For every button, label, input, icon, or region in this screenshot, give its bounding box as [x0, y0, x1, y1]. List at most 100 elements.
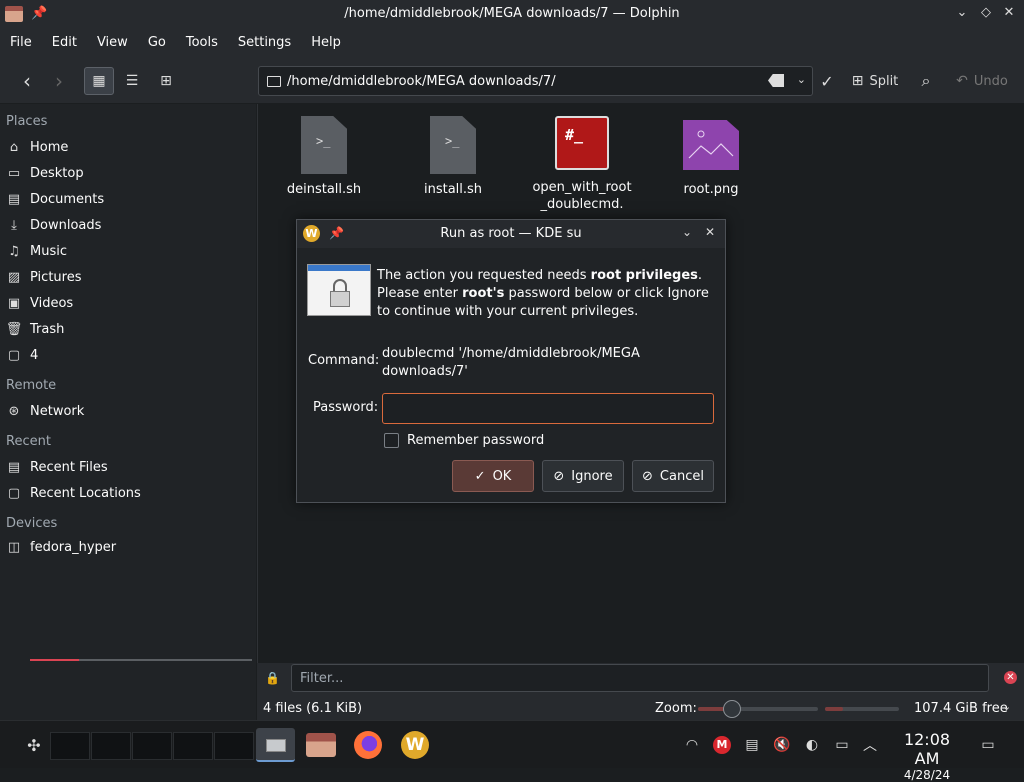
sidebar-item-label: Network	[30, 403, 85, 419]
sidebar-item-label: Documents	[30, 191, 105, 207]
remember-password-checkbox[interactable]: Remember password	[384, 433, 544, 448]
file-item[interactable]: #_ open_with_root_doublecmd.	[527, 116, 637, 213]
ok-button[interactable]: ✓ OK	[452, 460, 534, 492]
message-bold: root's	[462, 286, 505, 301]
kdesu-app-icon: W	[401, 731, 429, 759]
clear-location-icon[interactable]	[768, 74, 784, 87]
pager-desktop-4[interactable]	[173, 732, 213, 760]
places-sidebar: Places ⌂ Home ▭ Desktop ▤ Documents ⤓ Downlo…	[0, 104, 256, 720]
menu-view[interactable]: View	[87, 29, 138, 58]
dialog-message: The action you requested needs root priv…	[377, 267, 717, 321]
zoom-slider[interactable]	[698, 700, 818, 718]
menu-go[interactable]: Go	[138, 29, 176, 58]
sidebar-item-fedora-hyper[interactable]: ◫ fedora_hyper	[6, 535, 251, 559]
rss-icon[interactable]: ◠	[682, 731, 702, 759]
sidebar-item-home[interactable]: ⌂ Home	[6, 135, 251, 159]
sidebar-item-label: Home	[30, 139, 69, 155]
minimize-button[interactable]: ⌄	[952, 5, 972, 23]
filter-input[interactable]	[291, 664, 989, 692]
file-name: deinstall.sh	[286, 182, 362, 197]
task-firefox[interactable]	[352, 731, 384, 759]
sidebar-item-documents[interactable]: ▤ Documents	[6, 187, 251, 211]
zoom-slider-handle[interactable]	[722, 700, 741, 718]
ignore-button[interactable]: ⊘ Ignore	[542, 460, 624, 492]
file-item[interactable]: >_ deinstall.sh	[269, 116, 379, 198]
task-dolphin[interactable]	[256, 728, 295, 762]
split-view-icon: ⊞	[851, 73, 864, 89]
network-status-icon[interactable]: ▭	[832, 731, 852, 759]
close-filter-icon[interactable]: ✕	[1004, 671, 1017, 684]
sidebar-item-music[interactable]: ♫ Music	[6, 239, 251, 263]
sidebar-item-label: Downloads	[30, 217, 102, 233]
undo-label: Undo	[973, 73, 1008, 89]
checkbox-box[interactable]	[384, 433, 399, 448]
location-path[interactable]: /home/dmiddlebrook/MEGA downloads/7/	[287, 74, 556, 89]
pager-desktop-3[interactable]	[132, 732, 172, 760]
sidebar-item-trash[interactable]: 🗑 Trash	[6, 317, 251, 341]
menu-tools[interactable]: Tools	[176, 29, 228, 58]
clipboard-icon[interactable]: ▤	[742, 731, 762, 759]
message-text: Please enter	[377, 286, 463, 301]
file-item[interactable]: >_ install.sh	[398, 116, 508, 198]
sidebar-item-recent-files[interactable]: ▤ Recent Files	[6, 455, 251, 479]
file-item[interactable]: root.png	[656, 116, 766, 198]
volume-muted-icon[interactable]: 🔇	[772, 731, 792, 759]
cancel-button[interactable]: ⊘ Cancel	[632, 460, 714, 492]
sidebar-item-4[interactable]: ▢ 4	[6, 343, 251, 367]
password-field[interactable]	[382, 393, 714, 424]
videos-icon: ▣	[7, 295, 21, 311]
music-icon: ♫	[8, 243, 20, 259]
dialog-minimize-button[interactable]: ⌄	[679, 225, 695, 241]
details-view-button[interactable]: ⊞	[152, 67, 180, 95]
zoom-label: Zoom:	[655, 701, 697, 716]
sidebar-item-recent-locations[interactable]: ▢ Recent Locations	[6, 481, 251, 505]
menu-edit[interactable]: Edit	[42, 29, 87, 58]
sidebar-item-desktop[interactable]: ▭ Desktop	[6, 161, 251, 185]
home-icon: ⌂	[9, 139, 19, 155]
sidebar-item-pictures[interactable]: ▨ Pictures	[6, 265, 251, 289]
show-desktop-icon[interactable]: ▭	[978, 731, 998, 759]
compact-view-button[interactable]: ☰	[118, 67, 146, 95]
close-button[interactable]: ✕	[999, 5, 1019, 23]
search-button[interactable]: ⌕	[914, 67, 938, 95]
forward-button[interactable]: ›	[46, 67, 72, 95]
clock[interactable]: 12:08 AM 4/28/24	[890, 730, 964, 782]
mega-icon[interactable]: M	[712, 731, 732, 759]
split-label: Split	[869, 73, 899, 89]
menu-settings[interactable]: Settings	[228, 29, 301, 58]
app-launcher-icon[interactable]: ✣	[22, 731, 46, 759]
pager-desktop-1[interactable]	[50, 732, 90, 760]
chevron-down-icon[interactable]: ⌄	[797, 73, 806, 86]
location-bar[interactable]: /home/dmiddlebrook/MEGA downloads/7/ ⌄	[258, 66, 813, 96]
split-button[interactable]: ⊞ Split	[848, 67, 902, 95]
chevron-down-icon[interactable]: ⌄	[1002, 700, 1011, 713]
image-file-icon	[683, 120, 739, 170]
back-button[interactable]: ‹	[14, 67, 40, 95]
icons-view-button[interactable]: ▦	[84, 67, 114, 95]
ok-label: OK	[492, 468, 512, 484]
sidebar-item-network[interactable]: ⊛ Network	[6, 399, 251, 423]
sidebar-item-label: 4	[30, 347, 39, 363]
sidebar-item-label: Recent Files	[30, 459, 108, 475]
sidebar-item-downloads[interactable]: ⤓ Downloads	[6, 213, 251, 237]
window-icon	[266, 739, 286, 752]
sidebar-item-videos[interactable]: ▣ Videos	[6, 291, 251, 315]
menu-file[interactable]: File	[0, 29, 42, 58]
menu-help[interactable]: Help	[301, 29, 351, 58]
night-color-icon[interactable]: ◐	[802, 731, 822, 759]
pager-desktop-2[interactable]	[91, 732, 131, 760]
maximize-button[interactable]: ◇	[976, 5, 996, 23]
devices-heading: Devices	[6, 516, 58, 531]
lock-icon[interactable]: 🔒	[265, 671, 280, 685]
task-file-manager[interactable]	[305, 731, 337, 759]
undo-button[interactable]: ↶ Undo	[952, 67, 1012, 95]
dialog-close-button[interactable]: ✕	[702, 225, 718, 241]
file-name: install.sh	[423, 182, 483, 197]
confirm-location-button[interactable]: ✓	[815, 67, 839, 95]
task-kdesu[interactable]: W	[399, 731, 431, 759]
sidebar-item-label: Trash	[30, 321, 65, 337]
chevron-up-icon[interactable]: ︿	[860, 731, 880, 759]
filter-bar: 🔒 ✕	[257, 663, 1024, 693]
pager-desktop-5[interactable]	[214, 732, 254, 760]
forward-arrow-icon: ›	[55, 69, 63, 93]
